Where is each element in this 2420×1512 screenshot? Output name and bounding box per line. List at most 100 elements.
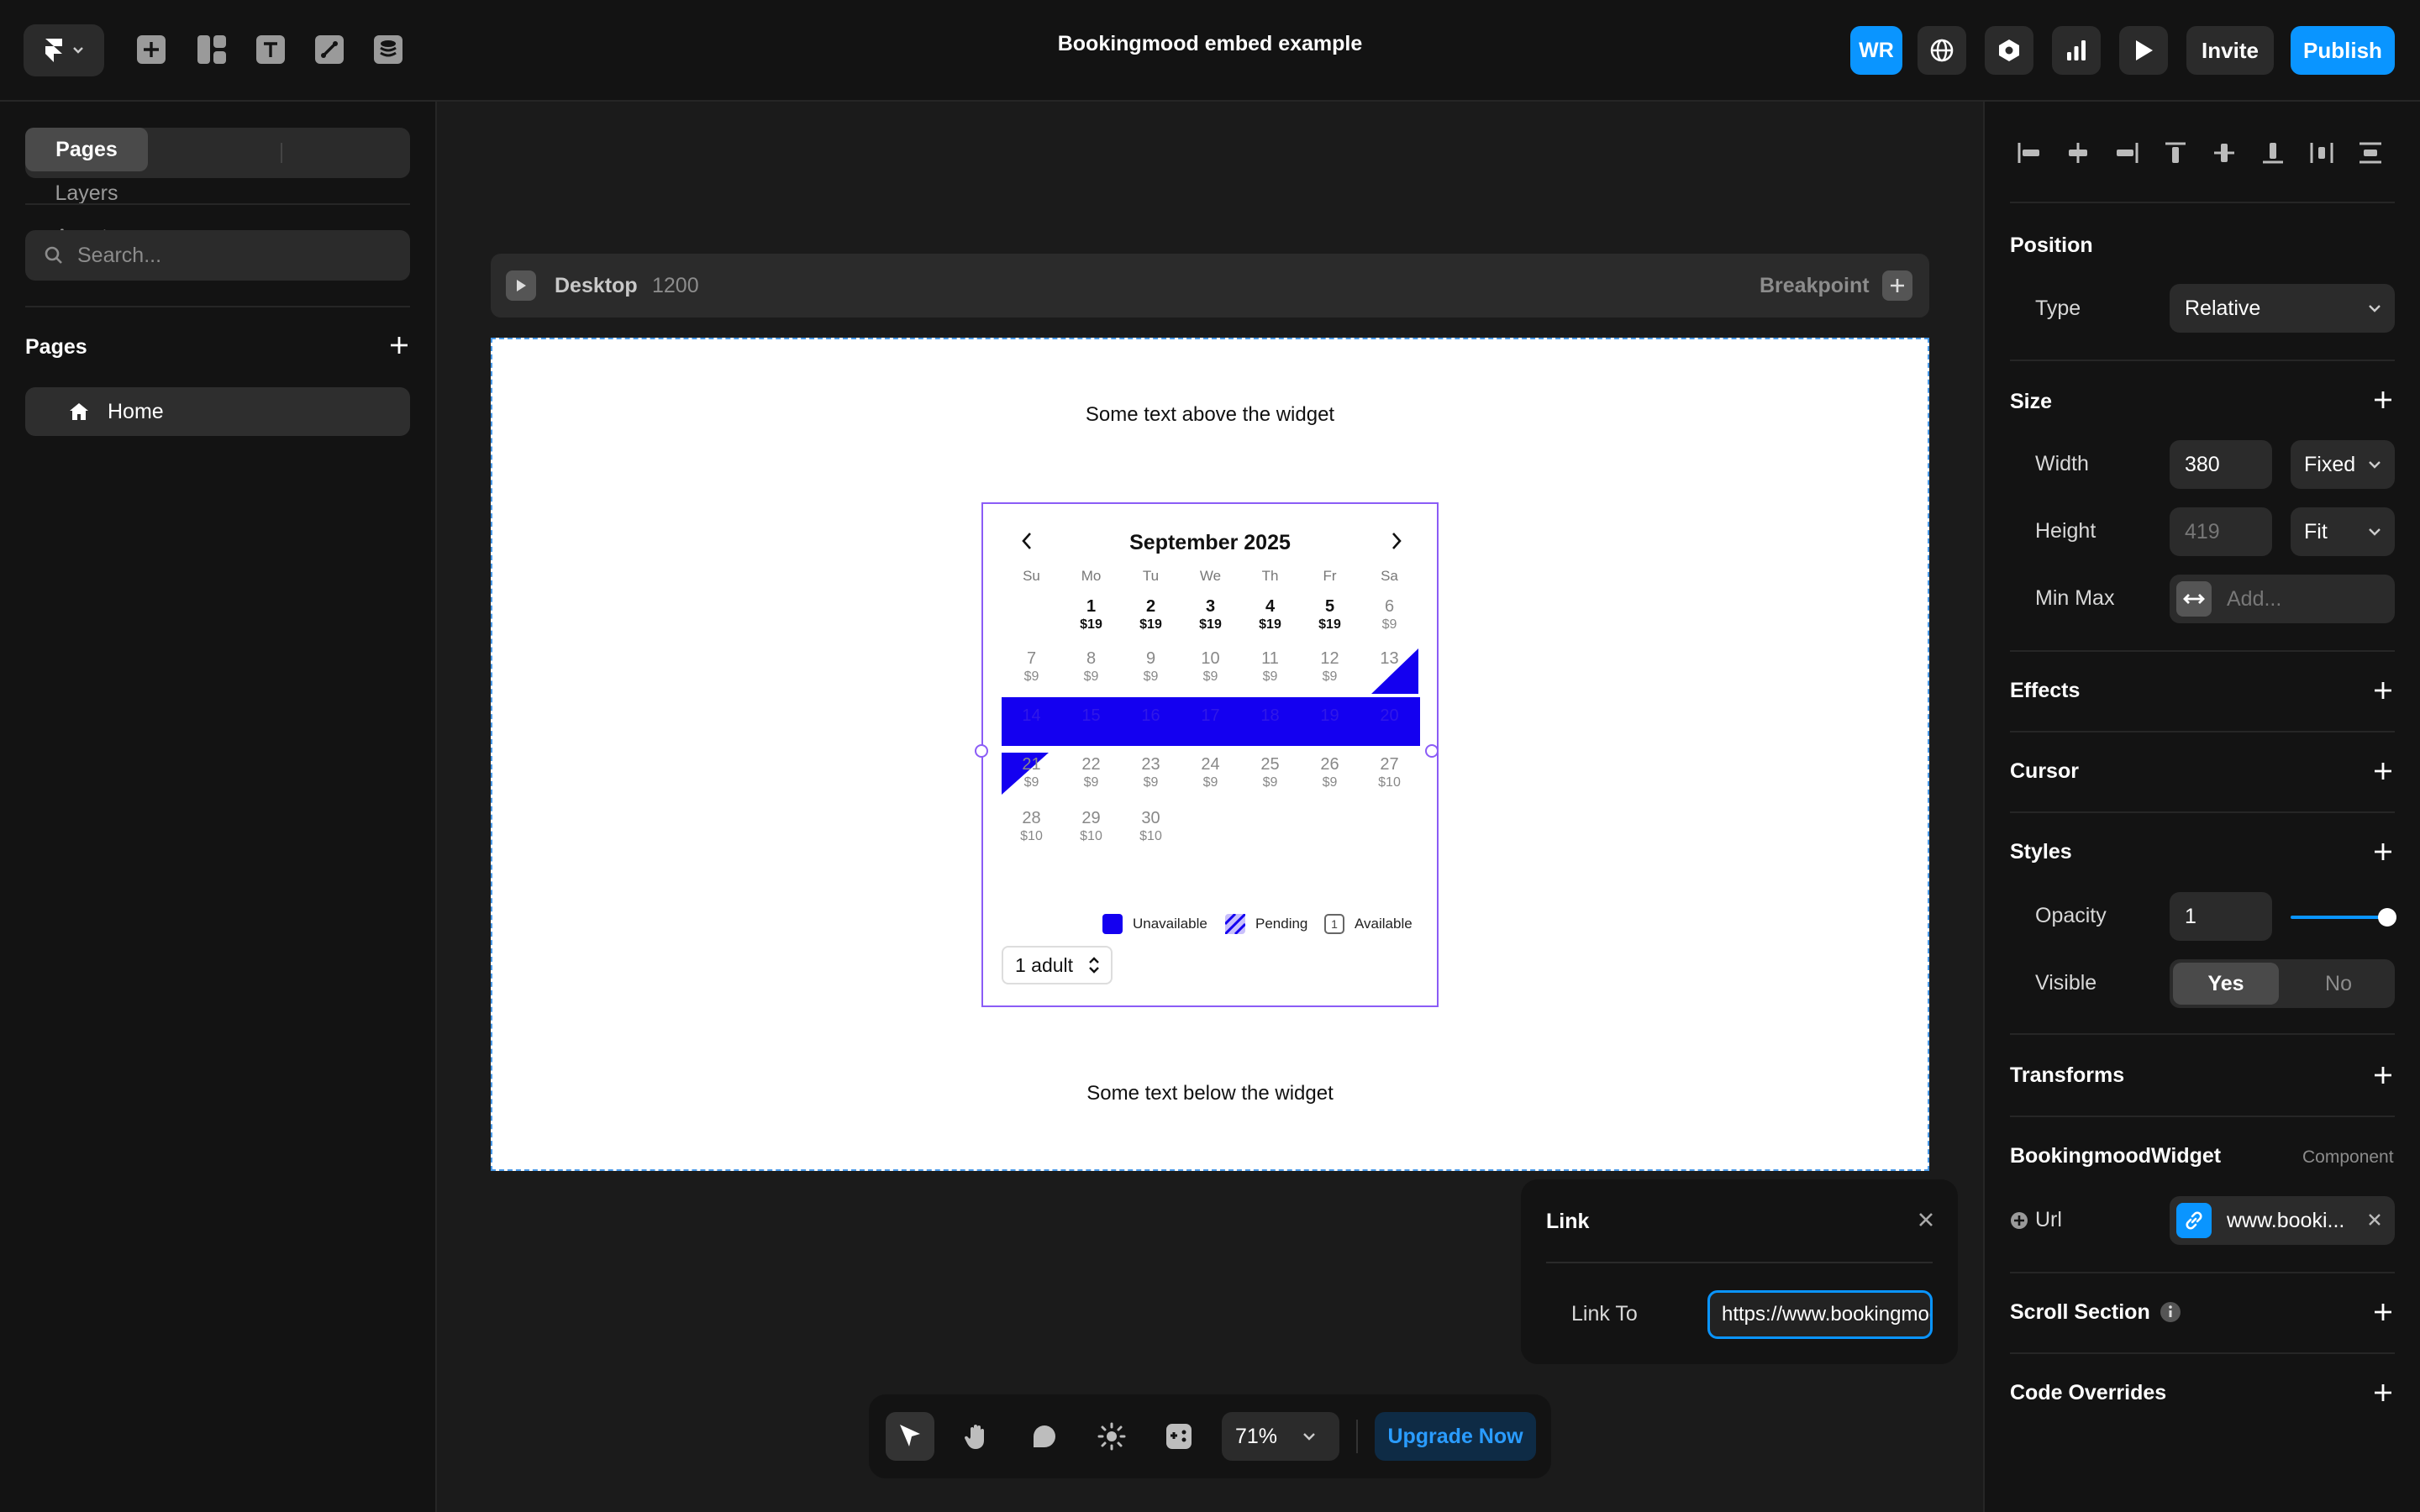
vector-tool-button[interactable]	[311, 31, 348, 68]
user-avatar[interactable]: WR	[1850, 26, 1902, 75]
hand-tool[interactable]	[953, 1412, 1002, 1461]
invite-button[interactable]: Invite	[2186, 26, 2274, 75]
comment-tool[interactable]	[1020, 1412, 1069, 1461]
calendar-day[interactable]: 3 $19	[1181, 596, 1240, 633]
section-styles-title: Styles	[2010, 840, 2072, 864]
text-tool-button[interactable]	[252, 31, 289, 68]
align-right-icon[interactable]	[2114, 141, 2139, 165]
day-number: 15	[1081, 706, 1101, 725]
plus-icon[interactable]	[2371, 840, 2395, 864]
panel-tabs: Pages Layers Assets	[25, 128, 410, 249]
chevron-down-icon	[2368, 459, 2381, 470]
clear-url-icon[interactable]	[2368, 1213, 2381, 1226]
link-url-input[interactable]: https://www.bookingmood.com	[1707, 1290, 1933, 1339]
framer-logo-icon	[44, 38, 64, 63]
preview-button[interactable]	[2119, 26, 2168, 75]
search-input[interactable]: Search...	[25, 230, 410, 281]
layout-button[interactable]	[193, 31, 230, 68]
minmax-input[interactable]: Add...	[2170, 575, 2395, 623]
visible-no-option[interactable]: No	[2286, 963, 2391, 1005]
insert-button[interactable]	[133, 31, 170, 68]
add-page-button[interactable]	[388, 334, 410, 356]
upgrade-button[interactable]: Upgrade Now	[1375, 1412, 1536, 1461]
info-icon[interactable]	[2160, 1301, 2181, 1323]
opacity-slider-track[interactable]	[2291, 916, 2388, 919]
calendar-day[interactable]: 2 $19	[1121, 596, 1181, 633]
align-left-icon[interactable]	[2017, 141, 2042, 165]
plus-icon[interactable]	[2371, 679, 2395, 702]
plus-icon[interactable]	[2371, 1381, 2395, 1404]
site-settings-button[interactable]	[1918, 26, 1966, 75]
day-number: 2	[1145, 597, 1156, 616]
tab-divider	[281, 143, 282, 163]
url-field[interactable]: www.booki...	[2170, 1196, 2395, 1245]
close-popover-button[interactable]	[1918, 1211, 1934, 1228]
plus-square-icon	[136, 34, 166, 65]
plugins-button[interactable]	[1985, 26, 2033, 75]
plus-icon[interactable]	[2371, 388, 2395, 412]
calendar-day[interactable]: 4 $19	[1240, 596, 1300, 633]
resize-handle-right[interactable]	[1425, 744, 1439, 758]
align-center-v-icon[interactable]	[2212, 141, 2237, 165]
minmax-label: Min Max	[2035, 586, 2115, 610]
page-item-home[interactable]: Home	[25, 387, 410, 436]
align-center-h-icon[interactable]	[2065, 141, 2091, 165]
breakpoint-name[interactable]: Desktop	[555, 274, 638, 298]
align-top-icon[interactable]	[2163, 141, 2188, 165]
day-number: 7	[1026, 649, 1037, 668]
day-price: $10	[1139, 829, 1162, 843]
divider	[2010, 202, 2395, 203]
select-tool[interactable]	[886, 1412, 934, 1461]
zoom-select[interactable]: 71%	[1222, 1412, 1339, 1461]
distribute-v-icon[interactable]	[2358, 141, 2383, 165]
distribute-h-icon[interactable]	[2309, 141, 2334, 165]
next-month-button[interactable]	[1390, 531, 1403, 551]
day-number: 9	[1145, 649, 1156, 668]
day-number: 8	[1086, 649, 1097, 668]
height-label: Height	[2035, 519, 2096, 543]
calendar-day[interactable]: 5 $19	[1300, 596, 1360, 633]
height-mode-select[interactable]: Fit	[2291, 507, 2395, 556]
day-price: $19	[1139, 617, 1162, 632]
theme-toggle[interactable]	[1087, 1412, 1136, 1461]
tab-layers[interactable]: Layers	[25, 171, 148, 215]
resize-handle-left[interactable]	[975, 744, 988, 758]
align-bottom-icon[interactable]	[2260, 141, 2286, 165]
cms-button[interactable]	[370, 31, 407, 68]
publish-button[interactable]: Publish	[2291, 26, 2395, 75]
preview-breakpoint-button[interactable]	[506, 270, 536, 301]
plus-icon[interactable]	[2371, 759, 2395, 783]
comment-icon	[1031, 1423, 1058, 1450]
calendar-day: 30 $10	[1121, 808, 1181, 844]
chevron-right-icon	[1390, 531, 1403, 551]
globe-icon	[1929, 38, 1954, 63]
opacity-input[interactable]: 1	[2170, 892, 2272, 941]
height-input[interactable]: 419	[2170, 507, 2272, 556]
section-size-title: Size	[2010, 390, 2053, 413]
analytics-button[interactable]	[2052, 26, 2101, 75]
plus-circle-icon[interactable]	[2010, 1211, 2028, 1230]
calendar-day: 28 $10	[1002, 808, 1061, 844]
add-breakpoint-button[interactable]	[1882, 270, 1912, 301]
bookingmood-widget[interactable]: September 2025 Su Mo Tu We Th Fr Sa 1 $19 2 $19 3 $…	[975, 502, 1439, 1007]
tab-pages[interactable]: Pages	[25, 128, 148, 171]
position-type-select[interactable]: Relative	[2170, 284, 2395, 333]
text-above-widget[interactable]: Some text above the widget	[492, 403, 1928, 427]
resize-horizontal-icon	[2176, 581, 2212, 617]
plus-icon[interactable]	[2371, 1300, 2395, 1324]
opacity-slider-thumb[interactable]	[2378, 908, 2396, 927]
link-to-label: Link To	[1571, 1302, 1638, 1326]
calendar-day: 9 $9	[1121, 648, 1181, 685]
plus-icon[interactable]	[2371, 1063, 2395, 1087]
component-name: BookingmoodWidget	[2010, 1144, 2222, 1168]
width-input[interactable]: 380	[2170, 440, 2272, 489]
gamepad-button[interactable]	[1155, 1412, 1203, 1461]
width-mode-select[interactable]: Fixed	[2291, 440, 2395, 489]
framer-menu-button[interactable]	[24, 24, 104, 76]
text-below-widget[interactable]: Some text below the widget	[492, 1082, 1928, 1105]
calendar-day[interactable]: 1 $19	[1061, 596, 1121, 633]
guest-selector[interactable]: 1 adult	[1002, 946, 1113, 984]
day-number: 29	[1081, 809, 1101, 827]
visible-yes-option[interactable]: Yes	[2173, 963, 2279, 1005]
calendar-day: 19	[1300, 706, 1360, 726]
